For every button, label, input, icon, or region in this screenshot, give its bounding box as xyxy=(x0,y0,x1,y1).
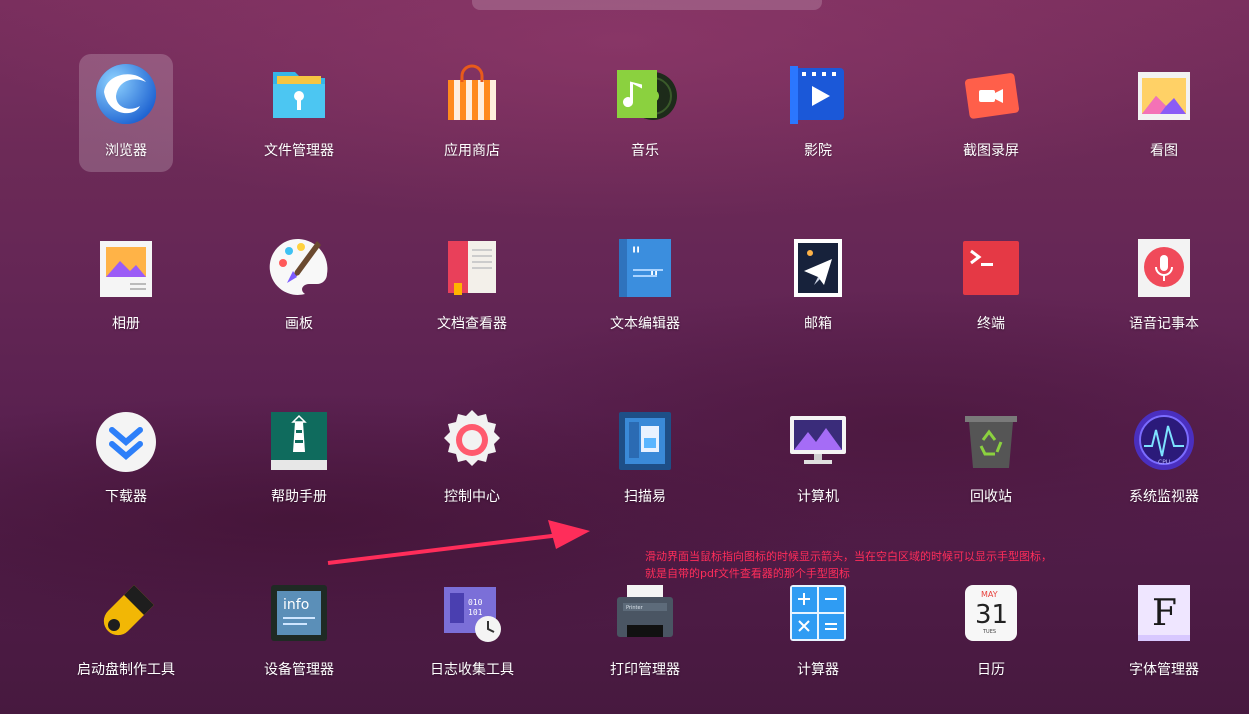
svg-text:": " xyxy=(631,244,641,269)
app-store-icon xyxy=(440,62,504,126)
app-browser[interactable]: 浏览器 xyxy=(79,54,173,172)
app-label: 画板 xyxy=(285,316,313,332)
app-label: 帮助手册 xyxy=(271,489,327,505)
app-label: 设备管理器 xyxy=(264,662,334,678)
file-manager-icon xyxy=(267,62,331,126)
app-label: 文档查看器 xyxy=(437,316,507,332)
app-label: 语音记事本 xyxy=(1129,316,1199,332)
calendar-day: 31 xyxy=(975,600,1008,630)
app-movie[interactable]: 影院 xyxy=(771,54,865,172)
app-label: 字体管理器 xyxy=(1129,662,1199,678)
app-label: 截图录屏 xyxy=(963,143,1019,159)
manual-icon xyxy=(267,408,331,472)
svg-text:010: 010 xyxy=(468,598,483,607)
app-downloader[interactable]: 下载器 xyxy=(79,400,173,518)
app-text-editor[interactable]: " " 文本编辑器 xyxy=(598,227,692,345)
app-label: 下载器 xyxy=(105,489,147,505)
app-label: 看图 xyxy=(1150,143,1178,159)
printer-text: Printer xyxy=(626,605,644,611)
app-mail[interactable]: 邮箱 xyxy=(771,227,865,345)
app-calculator[interactable]: 计算器 xyxy=(771,573,865,691)
app-label: 终端 xyxy=(977,316,1005,332)
voice-note-icon xyxy=(1132,235,1196,299)
app-label: 文件管理器 xyxy=(264,143,334,159)
app-font-manager[interactable]: F 字体管理器 xyxy=(1117,573,1211,691)
app-log-viewer[interactable]: 010 101 日志收集工具 xyxy=(425,573,519,691)
terminal-icon xyxy=(959,235,1023,299)
control-center-icon xyxy=(440,408,504,472)
trash-icon xyxy=(959,408,1023,472)
album-icon xyxy=(94,235,158,299)
app-music[interactable]: 音乐 xyxy=(598,54,692,172)
browser-icon xyxy=(94,62,158,126)
device-manager-icon: info xyxy=(267,581,331,645)
app-label: 音乐 xyxy=(631,143,659,159)
svg-text:101: 101 xyxy=(468,608,483,617)
app-device-manager[interactable]: info 设备管理器 xyxy=(252,573,346,691)
app-file-manager[interactable]: 文件管理器 xyxy=(252,54,346,172)
font-letter: F xyxy=(1152,593,1177,634)
app-label: 文本编辑器 xyxy=(610,316,680,332)
app-scanner[interactable]: 扫描易 xyxy=(598,400,692,518)
log-viewer-icon: 010 101 xyxy=(440,581,504,645)
computer-icon xyxy=(786,408,850,472)
system-monitor-icon: CPU xyxy=(1132,408,1196,472)
svg-text:": " xyxy=(649,268,659,293)
boot-maker-icon xyxy=(94,581,158,645)
app-label: 计算器 xyxy=(797,662,839,678)
app-screenshot[interactable]: 截图录屏 xyxy=(944,54,1038,172)
app-draw[interactable]: 画板 xyxy=(252,227,346,345)
app-terminal[interactable]: 终端 xyxy=(944,227,1038,345)
app-label: 相册 xyxy=(112,316,140,332)
app-label: 计算机 xyxy=(797,489,839,505)
annotation-line-2: 就是自带的pdf文件查看器的那个手型图标 xyxy=(645,567,850,580)
app-album[interactable]: 相册 xyxy=(79,227,173,345)
app-label: 应用商店 xyxy=(444,143,500,159)
app-calendar[interactable]: MAY 31 TUES 日历 xyxy=(944,573,1038,691)
app-label: 回收站 xyxy=(970,489,1012,505)
app-label: 打印管理器 xyxy=(610,662,680,678)
mail-icon xyxy=(786,235,850,299)
image-viewer-icon xyxy=(1132,62,1196,126)
info-badge-text: info xyxy=(283,597,309,613)
search-bar[interactable] xyxy=(472,0,822,10)
annotation-note: 滑动界面当鼠标指向图标的时候显示箭头，当在空白区域的时候可以显示手型图标， 就是… xyxy=(645,548,1052,582)
calculator-icon xyxy=(786,581,850,645)
calendar-month: MAY xyxy=(981,590,998,599)
scanner-icon xyxy=(613,408,677,472)
app-print-manager[interactable]: Printer 打印管理器 xyxy=(598,573,692,691)
app-voice-note[interactable]: 语音记事本 xyxy=(1117,227,1211,345)
app-control-center[interactable]: 控制中心 xyxy=(425,400,519,518)
font-manager-icon: F xyxy=(1132,581,1196,645)
app-image-viewer[interactable]: 看图 xyxy=(1117,54,1211,172)
app-label: 浏览器 xyxy=(105,143,147,159)
app-computer[interactable]: 计算机 xyxy=(771,400,865,518)
document-viewer-icon xyxy=(440,235,504,299)
draw-icon xyxy=(267,235,331,299)
calendar-icon: MAY 31 TUES xyxy=(959,581,1023,645)
app-manual[interactable]: 帮助手册 xyxy=(252,400,346,518)
print-manager-icon: Printer xyxy=(613,581,677,645)
app-boot-maker[interactable]: 启动盘制作工具 xyxy=(77,573,175,691)
app-label: 控制中心 xyxy=(444,489,500,505)
app-label: 扫描易 xyxy=(624,489,666,505)
annotation-line-1: 滑动界面当鼠标指向图标的时候显示箭头，当在空白区域的时候可以显示手型图标， xyxy=(645,550,1052,563)
calendar-weekday: TUES xyxy=(982,629,996,635)
app-app-store[interactable]: 应用商店 xyxy=(425,54,519,172)
text-editor-icon: " " xyxy=(613,235,677,299)
downloader-icon xyxy=(94,408,158,472)
music-icon xyxy=(613,62,677,126)
app-label: 邮箱 xyxy=(804,316,832,332)
app-label: 系统监视器 xyxy=(1129,489,1199,505)
app-label: 日历 xyxy=(977,662,1005,678)
app-label: 影院 xyxy=(804,143,832,159)
app-label: 日志收集工具 xyxy=(430,662,514,678)
app-document-viewer[interactable]: 文档查看器 xyxy=(425,227,519,345)
app-label: 启动盘制作工具 xyxy=(77,662,175,678)
app-system-monitor[interactable]: CPU 系统监视器 xyxy=(1117,400,1211,518)
svg-text:CPU: CPU xyxy=(1158,459,1170,466)
screenshot-recorder-icon xyxy=(959,62,1023,126)
movie-icon xyxy=(786,62,850,126)
app-trash[interactable]: 回收站 xyxy=(944,400,1038,518)
